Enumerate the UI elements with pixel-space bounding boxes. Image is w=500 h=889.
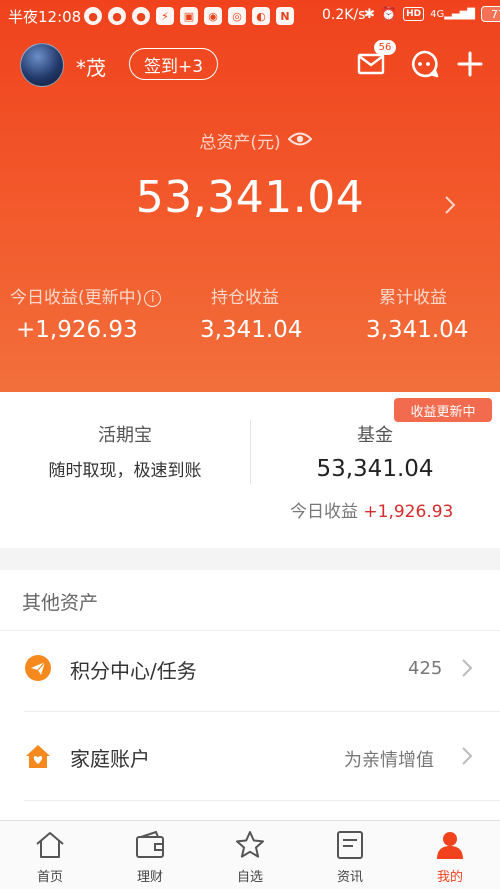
huoqibao-desc[interactable]: 随时取现，极速到账	[0, 456, 250, 481]
holding-earnings-label: 持仓收益	[211, 288, 279, 308]
cumulative-earnings-value: 3,341.04	[366, 317, 469, 343]
nav-label: 资讯	[336, 870, 363, 885]
wallet-icon	[136, 830, 164, 858]
divider	[0, 630, 500, 631]
app-icon: ◉	[204, 7, 222, 25]
today-earnings-label: 今日收益(更新中) i	[10, 283, 162, 308]
family-account-value: 为亲情增值	[344, 750, 434, 771]
fund-today-value: +1,926.93	[363, 502, 454, 522]
divider	[24, 711, 500, 712]
nav-news[interactable]: 资讯	[300, 821, 400, 889]
battery-icon: 77	[481, 6, 500, 22]
checkin-button[interactable]: 签到+3	[129, 48, 218, 80]
bluetooth-icon: ✱	[364, 6, 375, 22]
nav-label: 自选	[236, 870, 263, 885]
signal-icon: 4G▂▄▆█	[430, 8, 475, 20]
holding-earnings-value: 3,341.04	[200, 317, 303, 343]
chat-icon[interactable]	[409, 49, 439, 79]
fund-title[interactable]: 基金	[250, 421, 500, 447]
mail-icon[interactable]	[357, 52, 385, 76]
person-icon	[437, 832, 463, 859]
fund-today-earnings: 今日收益 +1,926.93	[290, 497, 453, 522]
fund-today-label: 今日收益	[290, 502, 358, 522]
nav-finance[interactable]: 理财	[100, 821, 200, 889]
home-icon	[36, 832, 64, 858]
nav-mine[interactable]: 我的	[400, 821, 500, 889]
network-speed: 0.2K/s	[322, 7, 366, 23]
bottom-nav: 首页 理财 自选 资讯 我的	[0, 820, 500, 889]
app-icon: ▣	[180, 7, 198, 25]
cumulative-earnings-label: 累计收益	[379, 288, 447, 308]
news-icon	[337, 831, 363, 859]
points-center-label[interactable]: 积分中心/任务	[70, 655, 197, 684]
eye-icon[interactable]	[288, 131, 312, 147]
other-assets-title: 其他资产	[22, 592, 99, 614]
shield-icon: ⚡	[156, 7, 174, 25]
battery-level: 77	[491, 7, 500, 21]
total-assets-label: 总资产(元)	[199, 133, 281, 153]
username[interactable]: *茂	[76, 52, 106, 81]
nav-label: 首页	[36, 870, 63, 885]
huoqibao-title[interactable]: 活期宝	[0, 421, 250, 447]
nav-label: 理财	[136, 870, 163, 885]
nav-home[interactable]: 首页	[0, 821, 100, 889]
alarm-icon: ⏰	[380, 6, 398, 22]
chevron-right-icon[interactable]	[461, 658, 473, 678]
family-account-label[interactable]: 家庭账户	[70, 743, 150, 772]
status-time: 半夜12:08	[8, 8, 82, 26]
divider	[24, 800, 500, 801]
nav-label: 我的	[436, 870, 463, 885]
news-app-icon: N	[276, 7, 294, 25]
wechat-icon: ●	[132, 7, 150, 25]
paper-plane-icon	[25, 655, 51, 681]
fund-value[interactable]: 53,341.04	[250, 456, 500, 482]
signal-label: 4G	[430, 8, 445, 20]
today-earnings-value: +1,926.93	[16, 317, 138, 343]
wechat-icon: ●	[108, 7, 126, 25]
chevron-right-icon[interactable]	[443, 194, 457, 216]
avatar[interactable]	[20, 43, 64, 87]
notification-icons: ● ● ● ⚡ ▣ ◉ ◎ ◐ N	[84, 6, 294, 26]
star-icon	[236, 831, 264, 858]
hd-icon: HD	[403, 7, 425, 21]
mail-badge: 56	[374, 40, 396, 55]
status-bar: 半夜12:08 ● ● ● ⚡ ▣ ◉ ◎ ◐ N 0.2K/s ✱ ⏰ HD …	[0, 0, 500, 32]
app-icon: ◐	[252, 7, 270, 25]
plus-icon[interactable]	[456, 50, 484, 78]
earnings-updating-tag: 收益更新中	[394, 398, 492, 422]
points-value: 425	[408, 658, 443, 679]
home-heart-icon	[26, 745, 50, 768]
wechat-icon: ●	[84, 7, 102, 25]
nav-watchlist[interactable]: 自选	[200, 821, 300, 889]
browser-icon: ◎	[228, 7, 246, 25]
chevron-right-icon[interactable]	[461, 746, 473, 766]
info-icon[interactable]: i	[144, 290, 162, 307]
total-assets-value[interactable]: 53,341.04	[0, 172, 500, 223]
